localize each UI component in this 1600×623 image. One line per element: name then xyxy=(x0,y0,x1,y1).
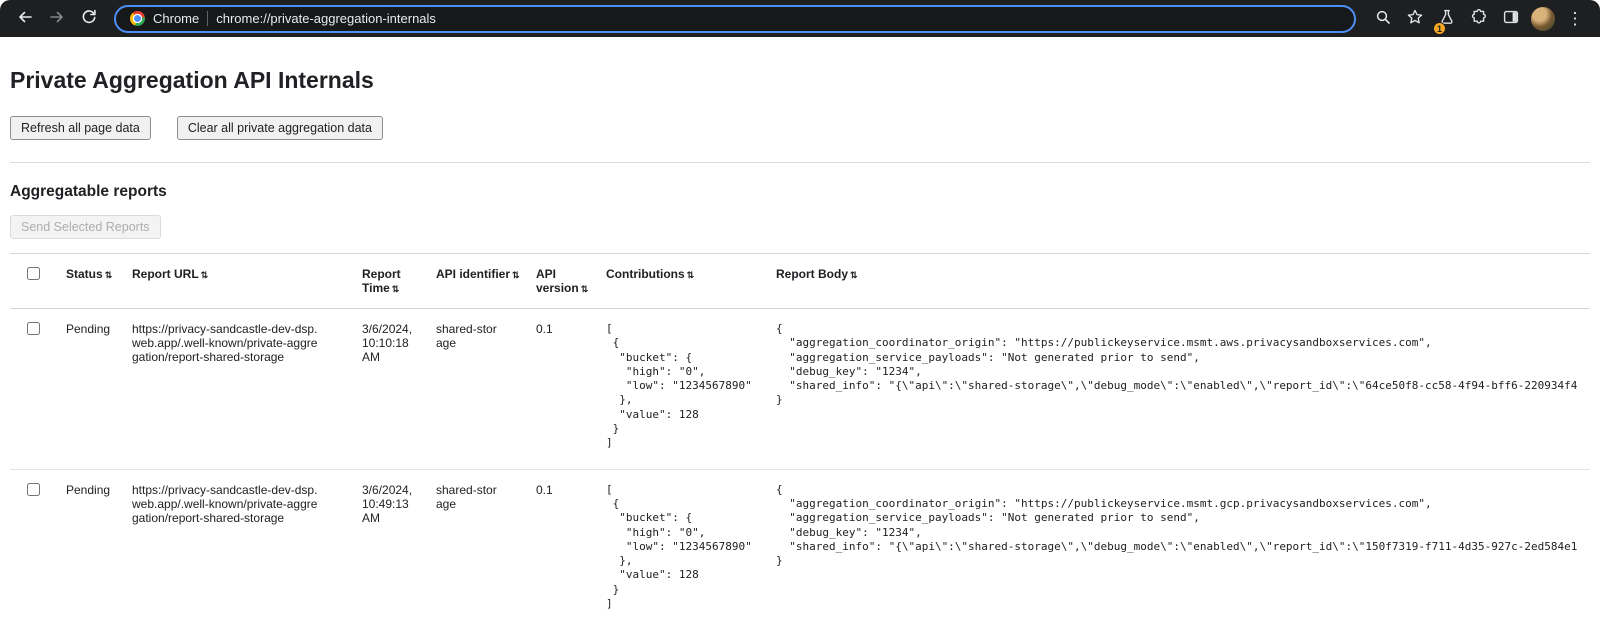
table-row: Pending https://privacy-sandcastle-dev-d… xyxy=(10,309,1590,470)
page-content: Private Aggregation API Internals Refres… xyxy=(0,67,1600,623)
chip-separator xyxy=(207,11,208,26)
extension-action-button[interactable]: 1 xyxy=(1432,4,1462,34)
reports-table: Status⇅ Report URL⇅ Report Time⇅ API ide… xyxy=(10,253,1590,623)
report-time-cell: 3/6/2024, 10:10:18 AM xyxy=(362,309,436,470)
sort-icon: ⇅ xyxy=(392,284,400,294)
contributions-cell: [ { "bucket": { "high": "0", "low": "123… xyxy=(606,469,776,623)
header-report-url[interactable]: Report URL⇅ xyxy=(132,254,362,309)
sort-icon: ⇅ xyxy=(105,270,113,280)
table-row: Pending https://privacy-sandcastle-dev-d… xyxy=(10,469,1590,623)
row-select-cell xyxy=(10,469,66,623)
report-url-cell: https://privacy-sandcastle-dev-dsp.web.a… xyxy=(132,469,362,623)
star-icon xyxy=(1406,8,1424,29)
sort-icon: ⇅ xyxy=(581,284,589,294)
forward-icon xyxy=(48,8,66,29)
section-divider xyxy=(10,162,1590,163)
page-actions: Refresh all page data Clear all private … xyxy=(10,116,1590,140)
status-cell: Pending xyxy=(66,309,132,470)
report-body-cell: { "aggregation_coordinator_origin": "htt… xyxy=(776,309,1590,470)
zoom-icon xyxy=(1374,8,1392,29)
sort-icon: ⇅ xyxy=(687,270,695,280)
row-select-checkbox[interactable] xyxy=(27,322,40,335)
status-cell: Pending xyxy=(66,469,132,623)
browser-toolbar: Chrome chrome://private-aggregation-inte… xyxy=(0,0,1600,37)
page-title: Private Aggregation API Internals xyxy=(10,67,1590,94)
api-identifier-cell: shared-storage xyxy=(436,309,536,470)
back-button[interactable] xyxy=(10,4,40,34)
puzzle-icon xyxy=(1470,8,1488,29)
extensions-button[interactable] xyxy=(1464,4,1494,34)
report-time-cell: 3/6/2024, 10:49:13 AM xyxy=(362,469,436,623)
row-select-cell xyxy=(10,309,66,470)
select-all-checkbox[interactable] xyxy=(27,267,40,280)
extension-badge: 1 xyxy=(1433,22,1446,35)
back-icon xyxy=(16,8,34,29)
header-api-identifier[interactable]: API identifier⇅ xyxy=(436,254,536,309)
report-body-cell: { "aggregation_coordinator_origin": "htt… xyxy=(776,469,1590,623)
side-panel-icon xyxy=(1502,8,1520,29)
refresh-all-button[interactable]: Refresh all page data xyxy=(10,116,151,140)
send-selected-reports-button[interactable]: Send Selected Reports xyxy=(10,215,161,239)
select-all-cell xyxy=(10,254,66,309)
header-report-time[interactable]: Report Time⇅ xyxy=(362,254,436,309)
bookmark-button[interactable] xyxy=(1400,4,1430,34)
forward-button[interactable] xyxy=(42,4,72,34)
avatar xyxy=(1531,7,1555,31)
profile-button[interactable] xyxy=(1528,4,1558,34)
sort-icon: ⇅ xyxy=(201,270,209,280)
aggregatable-reports-heading: Aggregatable reports xyxy=(10,183,1590,201)
header-api-version[interactable]: API version⇅ xyxy=(536,254,606,309)
reload-button[interactable] xyxy=(74,4,104,34)
reload-icon xyxy=(80,8,98,29)
row-select-checkbox[interactable] xyxy=(27,483,40,496)
table-header-row: Status⇅ Report URL⇅ Report Time⇅ API ide… xyxy=(10,254,1590,309)
kebab-menu-icon: ⋮ xyxy=(1567,10,1584,27)
header-status[interactable]: Status⇅ xyxy=(66,254,132,309)
site-chip: Chrome xyxy=(153,11,199,26)
zoom-button[interactable] xyxy=(1368,4,1398,34)
sort-icon: ⇅ xyxy=(850,270,858,280)
report-url-cell: https://privacy-sandcastle-dev-dsp.web.a… xyxy=(132,309,362,470)
sort-icon: ⇅ xyxy=(512,270,520,280)
side-panel-button[interactable] xyxy=(1496,4,1526,34)
api-version-cell: 0.1 xyxy=(536,469,606,623)
url-text: chrome://private-aggregation-internals xyxy=(216,11,436,26)
chrome-logo-icon xyxy=(130,11,145,26)
send-reports-row: Send Selected Reports xyxy=(10,215,1590,239)
header-contributions[interactable]: Contributions⇅ xyxy=(606,254,776,309)
browser-menu-button[interactable]: ⋮ xyxy=(1560,4,1590,34)
api-identifier-cell: shared-storage xyxy=(436,469,536,623)
api-version-cell: 0.1 xyxy=(536,309,606,470)
clear-all-button[interactable]: Clear all private aggregation data xyxy=(177,116,383,140)
contributions-cell: [ { "bucket": { "high": "0", "low": "123… xyxy=(606,309,776,470)
address-bar[interactable]: Chrome chrome://private-aggregation-inte… xyxy=(114,5,1356,33)
header-report-body[interactable]: Report Body⇅ xyxy=(776,254,1590,309)
